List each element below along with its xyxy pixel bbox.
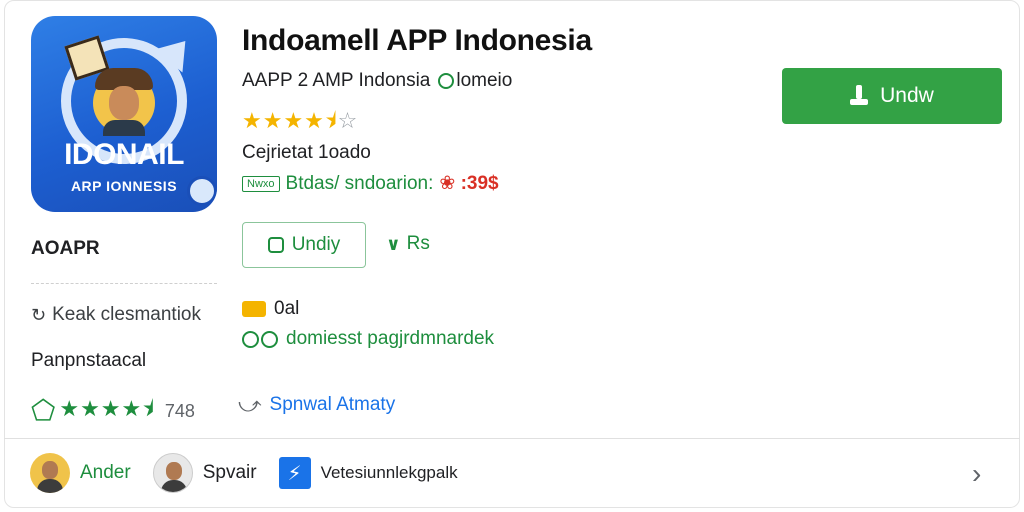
circle-icon — [242, 330, 259, 348]
tag-badge: Nwxo — [242, 175, 280, 192]
chevron-right-icon[interactable]: › — [972, 458, 981, 490]
info-row1-text: 0al — [274, 298, 300, 319]
filled-stars: ★★★★ — [242, 108, 325, 133]
square-icon — [267, 237, 284, 253]
price-label: ❀ :39$ — [439, 173, 499, 194]
contributor-item[interactable]: Ander — [30, 453, 131, 493]
developer-name[interactable]: AAPP 2 AMP Indonsia — [242, 70, 430, 92]
info-row2-text: domiesst pagjrdmnardek — [286, 328, 495, 349]
empty-star-icon: ☆ — [337, 108, 359, 133]
secondary-button[interactable]: Undiy — [242, 222, 366, 268]
contributors-bar: Ander Spvair ⚡ Vetesiunnlekgpalk — [30, 452, 480, 494]
app-rating-stars: ★★★★⯨☆ — [242, 104, 358, 142]
download-icon — [850, 85, 869, 107]
developer-row[interactable]: AAPP 2 AMP Indonsia lomeio — [242, 70, 512, 92]
share-icon: ⤻ — [238, 392, 262, 417]
avatar-head — [42, 461, 58, 479]
avatar — [30, 453, 70, 493]
info-row-message: 0al — [242, 298, 299, 320]
half-star-icon: ⯨ — [324, 108, 338, 133]
app-title: Indoamell APP Indonesia — [242, 24, 592, 57]
install-button[interactable]: Undw — [782, 68, 1002, 124]
dotted-divider — [31, 283, 217, 284]
pen-icon — [187, 176, 217, 206]
avatar-head — [165, 462, 182, 480]
left-label-secondary: Panpnstaacal — [31, 350, 147, 371]
message-icon — [242, 301, 266, 317]
contributor-name: Ander — [80, 462, 131, 483]
install-button-label: Undw — [880, 84, 934, 107]
person-body — [103, 120, 145, 136]
contributor-name: Spvair — [202, 462, 257, 483]
left-info-text: Keak clesmantiok — [52, 304, 201, 325]
refresh-icon: ↻ — [31, 304, 47, 325]
left-stars: ★★★★⯨ — [59, 396, 155, 421]
icon-title: IDONAIL — [64, 138, 184, 171]
more-link-label: Rs — [406, 233, 430, 254]
rating-count: 748 — [164, 400, 195, 421]
bolt-icon: ⚡ — [278, 457, 311, 489]
share-link[interactable]: ⤻ Spnwal Atmaty — [238, 392, 395, 418]
app-category: Cejrietat 1oado — [242, 142, 371, 163]
avatar — [152, 453, 193, 493]
info-row-permissions[interactable]: domiesst pagjrdmnardek — [242, 328, 494, 350]
secondary-button-label: Undiy — [291, 234, 341, 255]
contributor-name: Vetesiunnlekgpalk — [320, 463, 458, 482]
left-info-row: ↻ Keak clesmantiok — [31, 304, 201, 326]
person-head — [109, 86, 139, 120]
more-link[interactable]: ∨ Rs — [386, 233, 430, 255]
tag-text: Btdas/ sndoarion: — [285, 172, 434, 194]
app-icon[interactable]: IDONAIL ARP IONNESIS — [31, 16, 217, 212]
tag-row: Nwxo Btdas/ sndoarion: ❀ :39$ — [242, 172, 499, 195]
bottom-divider — [4, 438, 1020, 439]
circle-icon-secondary — [261, 330, 278, 348]
chevron-down-icon: ∨ — [386, 233, 401, 254]
share-link-label: Spnwal Atmaty — [269, 394, 396, 415]
avatar-body — [160, 480, 187, 492]
avatar-body — [37, 479, 63, 493]
contributor-item[interactable]: ⚡ Vetesiunnlekgpalk — [278, 457, 458, 489]
developer-suffix: lomeio — [456, 70, 513, 91]
left-rating: ⬠ ★★★★⯨ 748 — [31, 392, 195, 430]
verified-icon — [438, 73, 455, 89]
contributor-item[interactable]: Spvair — [152, 453, 257, 493]
left-label-primary: AOAPR — [31, 238, 100, 259]
badge-icon: ⬠ — [31, 395, 56, 426]
